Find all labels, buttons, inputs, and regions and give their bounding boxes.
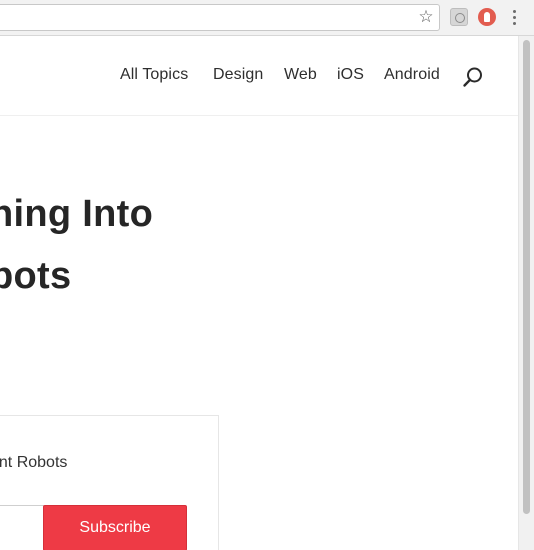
nav-link-design[interactable]: Design — [213, 66, 263, 84]
newsletter-text: ant Robots — [0, 454, 68, 471]
search-icon[interactable] — [462, 66, 484, 88]
vertical-scrollbar[interactable] — [518, 36, 534, 550]
scrollbar-thumb[interactable] — [523, 40, 530, 514]
subscribe-button[interactable]: Subscribe — [43, 505, 187, 550]
kebab-menu-icon[interactable] — [508, 8, 522, 28]
site-header: All Topics Design Web iOS Android — [0, 36, 518, 116]
article-title-line-1: ning Into — [0, 193, 154, 235]
extension-icon[interactable] — [450, 8, 468, 26]
nav-link-all-topics[interactable]: All Topics — [120, 66, 188, 84]
article-title-line-2: bots — [0, 255, 72, 297]
address-bar[interactable] — [0, 4, 440, 31]
browser-toolbar: ☆ — [0, 0, 534, 36]
nav-link-web[interactable]: Web — [284, 66, 317, 84]
nav-link-ios[interactable]: iOS — [337, 66, 364, 84]
bookmark-star-icon[interactable]: ☆ — [416, 7, 436, 27]
email-field[interactable] — [0, 505, 44, 550]
page-viewport: All Topics Design Web iOS Android ning I… — [0, 36, 518, 550]
nav-link-android[interactable]: Android — [384, 66, 440, 84]
extension-icon[interactable] — [478, 8, 496, 26]
